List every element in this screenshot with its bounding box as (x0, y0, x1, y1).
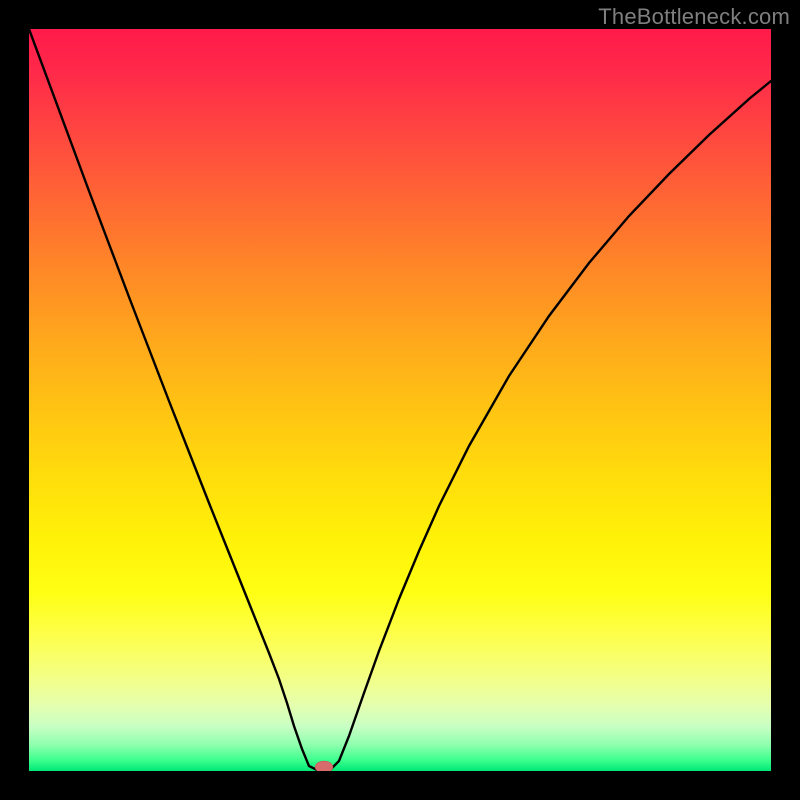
plot-area (29, 29, 771, 771)
watermark-text: TheBottleneck.com (598, 4, 790, 30)
bottleneck-curve (29, 29, 771, 771)
curve-layer (29, 29, 771, 771)
outer-frame: TheBottleneck.com (0, 0, 800, 800)
min-point-marker (315, 761, 333, 771)
